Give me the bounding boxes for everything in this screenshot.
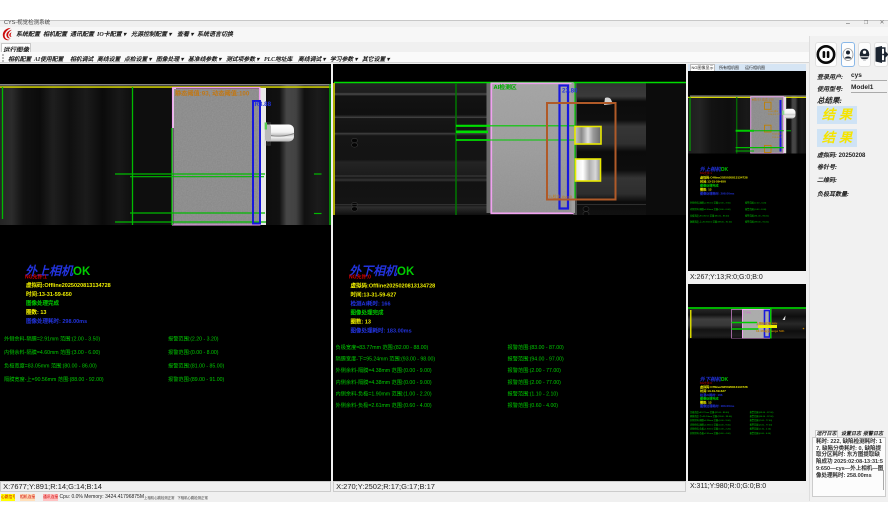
svg-text:内侧余料-隔膜=4.60mm 范围:(3.00 - 6.00: 内侧余料-隔膜=4.60mm 范围:(3.00 - 6.00) [4, 348, 100, 356]
svg-text:图像处理完成: 图像处理完成 [351, 309, 385, 317]
svg-text:图像处理耗时: 298.00ms: 图像处理耗时: 298.00ms [26, 317, 87, 325]
svg-text:■值:93 动态:100: ■值:93 动态:100 [752, 97, 774, 102]
svg-text:7.5%: 7.5% [744, 311, 751, 315]
svg-text:外侧余料-隔膜=4.38mm 范围:(0.00 - 9.00: 外侧余料-隔膜=4.38mm 范围:(0.00 - 9.00) [336, 366, 432, 374]
svg-text:负极宽度=83.05mm 范围:(80.00 - 86.00: 负极宽度=83.05mm 范围:(80.00 - 86.00) [4, 362, 97, 370]
svg-text:23.80: 23.80 [562, 88, 578, 95]
svg-text:圈数: 13: 圈数: 13 [351, 318, 371, 326]
svg-text:静态阈值:93, 动态阈值:100: 静态阈值:93, 动态阈值:100 [175, 90, 250, 98]
svg-text:TL检出 Avg:0: TL检出 Avg:0 [548, 193, 573, 199]
svg-text:时间:13-31-59-650: 时间:13-31-59-650 [26, 290, 72, 298]
svg-text:报警范围:(83.00 - 87.00): 报警范围:(83.00 - 87.00) [508, 343, 564, 351]
svg-text:报警范围:(2.20 - 3.20): 报警范围:(2.20 - 3.20) [168, 335, 219, 343]
svg-text:12.4%标定 avge 5dh: 12.4%标定 avge 5dh [756, 328, 785, 333]
svg-text:R3.88: R3.88 [255, 101, 272, 108]
svg-text:报警范围:(81.00 - 85.00): 报警范围:(81.00 - 85.00) [168, 362, 224, 370]
svg-text:虚拟码:Offline2025020813134728: 虚拟码:Offline2025020813134728 [351, 282, 436, 290]
svg-text:外侧余料-负极=2.61mm 范围:(0.60 - 4.00: 外侧余料-负极=2.61mm 范围:(0.60 - 4.00) [336, 401, 432, 409]
svg-text:报警范围:(0.00 - 8.00): 报警范围:(0.00 - 8.00) [168, 348, 219, 356]
svg-text:虚拟码:Offline2025020813134728: 虚拟码:Offline2025020813134728 [26, 281, 111, 289]
svg-text:报警范围:(89.00 - 91.00): 报警范围:(89.00 - 91.00) [168, 375, 224, 383]
svg-text:隔膜宽度-下=95.24mm 范围:(93.00 - 98.: 隔膜宽度-下=95.24mm 范围:(93.00 - 98.00) [336, 355, 436, 363]
svg-text:报警范围:(94.00 - 97.00): 报警范围:(94.00 - 97.00) [508, 355, 564, 363]
svg-text:报警范围:(2.00 - 77.00): 报警范围:(2.00 - 77.00) [508, 378, 562, 386]
svg-text:报警范围:(0.60 - 4.00): 报警范围:(0.60 - 4.00) [508, 401, 559, 409]
svg-text:AI检测区: AI检测区 [494, 83, 517, 91]
svg-text:检测AI耗时: 166: 检测AI耗时: 166 [351, 300, 391, 308]
svg-text:上限标定值 MIN: 上限标定值 MIN [756, 321, 777, 326]
svg-text:图像处理耗时: 183.00ms: 图像处理耗时: 183.00ms [351, 327, 412, 335]
svg-text:图像处理完成: 图像处理完成 [26, 299, 60, 307]
svg-text:13.4-0.5:1 W: 13.4-0.5:1 W [768, 114, 781, 116]
svg-text:圈数: 13: 圈数: 13 [26, 308, 46, 316]
svg-text:图像处理耗时: 183.00ms: 图像处理耗时: 183.00ms [700, 403, 735, 408]
svg-text:NG允许:0: NG允许:0 [349, 274, 371, 281]
svg-text:内侧余料-隔膜=4.38mm 范围:(0.00 - 9.00: 内侧余料-隔膜=4.38mm 范围:(0.00 - 9.00) [336, 378, 432, 386]
svg-text:隔膜宽度-上=90.56mm 范围:(88.00 - 92.: 隔膜宽度-上=90.56mm 范围:(88.00 - 92.00) [4, 375, 104, 383]
svg-text:内侧余料-负极=1.90mm 范围:(1.00 - 2.20: 内侧余料-负极=1.90mm 范围:(1.00 - 2.20) [336, 389, 432, 397]
svg-text:报警范围:(2.00 - 77.00): 报警范围:(2.00 - 77.00) [508, 366, 562, 374]
svg-text:报警范围:(1.10 - 2.10): 报警范围:(1.10 - 2.10) [508, 389, 559, 397]
svg-text:时间:13-31-59-627: 时间:13-31-59-627 [351, 291, 397, 299]
svg-text:外侧余料-隔膜=2.91mm 范围:(2.00 - 3.50: 外侧余料-隔膜=2.91mm 范围:(2.00 - 3.50) [4, 335, 100, 343]
svg-text:NG允许:1: NG允许:1 [25, 274, 47, 281]
svg-text:13.4-0.5:1: 13.4-0.5:1 [772, 137, 783, 139]
svg-text:图像处理耗时: 298.00ms: 图像处理耗时: 298.00ms [700, 190, 735, 195]
svg-text:负极宽度=83.77mm 范围:(82.00 - 88.00: 负极宽度=83.77mm 范围:(82.00 - 88.00) [336, 343, 429, 351]
